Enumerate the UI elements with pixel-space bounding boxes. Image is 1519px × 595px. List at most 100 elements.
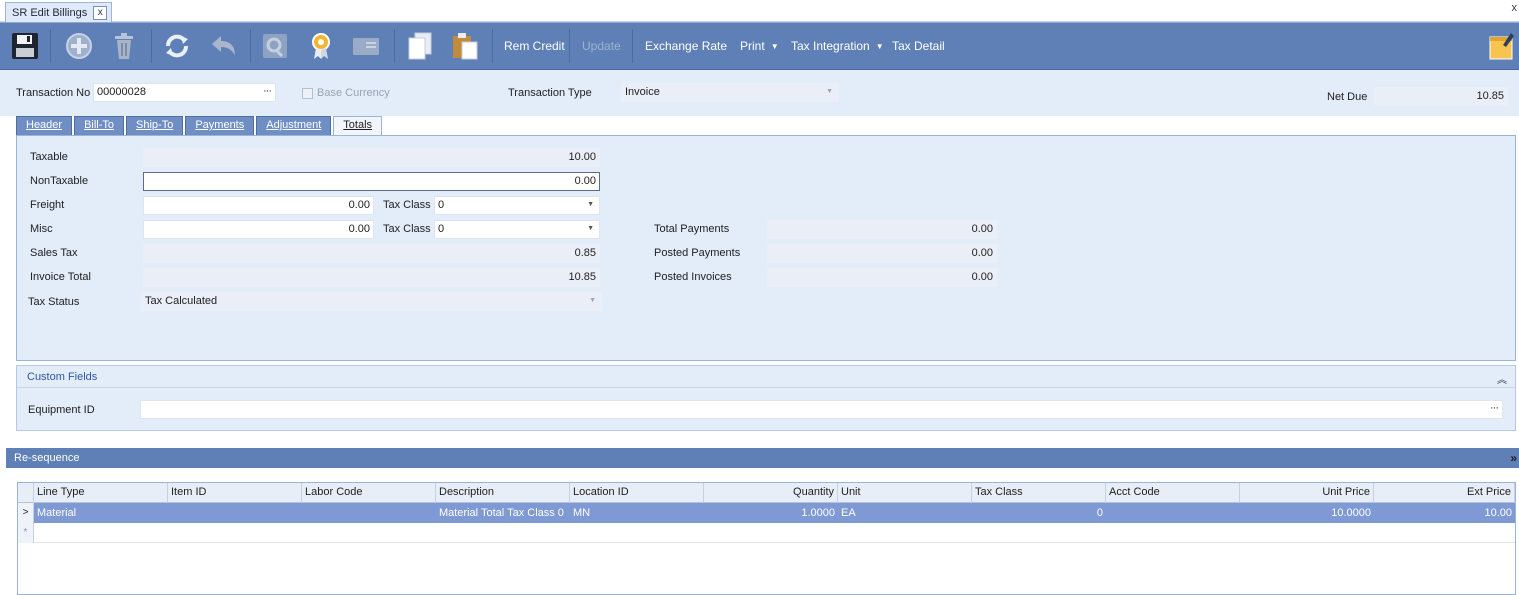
chevron-down-icon: ▼ — [770, 41, 779, 51]
column-tax-class[interactable]: Tax Class — [972, 483, 1106, 503]
freight-tax-class-select[interactable]: 0 ▼ — [434, 196, 600, 215]
column-location-id[interactable]: Location ID — [570, 483, 704, 503]
cell-unit-price[interactable]: 10.0000 — [1240, 503, 1374, 523]
exchange-rate-label: Exchange Rate — [645, 39, 728, 53]
cell-location-id[interactable]: MN — [570, 503, 704, 523]
misc-tax-class-value: 0 — [438, 223, 445, 235]
tax-status-label: Tax Status — [28, 296, 80, 308]
misc-tax-class-label: Tax Class — [383, 223, 431, 235]
notes-button[interactable] — [1484, 23, 1518, 69]
certificate-button[interactable] — [304, 23, 338, 69]
tax-integration-dropdown-button[interactable]: Tax Integration ▼ — [791, 23, 884, 69]
column-line-type[interactable]: Line Type — [34, 483, 168, 503]
total-payments-field: 0.00 — [767, 220, 997, 239]
resequence-label: Re-sequence — [14, 452, 80, 464]
cell-item-id[interactable] — [168, 503, 302, 523]
cell-tax-class[interactable]: 0 — [972, 503, 1106, 523]
custom-fields-title: Custom Fields — [27, 371, 98, 383]
update-button[interactable]: Update — [582, 23, 621, 69]
column-unit[interactable]: Unit — [838, 483, 972, 503]
net-due-label: Net Due — [1327, 91, 1368, 103]
tab-close-button[interactable]: x — [93, 5, 108, 20]
taxable-field: 10.00 — [143, 148, 600, 167]
toolbar: Rem Credit Update Exchange Rate Print ▼ … — [0, 22, 1519, 70]
cell-labor-code[interactable] — [302, 503, 436, 523]
expand-icon[interactable]: » — [1510, 448, 1517, 468]
tab-header[interactable]: Header — [16, 116, 73, 135]
taxable-label: Taxable — [30, 151, 68, 163]
toolbar-separator — [632, 29, 633, 63]
tax-status-select[interactable]: Tax Calculated ▼ — [141, 292, 602, 311]
column-quantity[interactable]: Quantity — [704, 483, 838, 503]
tab-totals[interactable]: Totals — [333, 116, 383, 136]
cell-unit[interactable]: EA — [838, 503, 972, 523]
add-button[interactable] — [62, 23, 96, 69]
cell-description[interactable]: Material Total Tax Class 0 — [436, 503, 570, 523]
add-icon — [66, 33, 92, 59]
cell-ext-price[interactable]: 10.00 — [1374, 503, 1515, 523]
total-payments-value: 0.00 — [971, 223, 993, 235]
cell-line-type[interactable]: Material — [34, 503, 168, 523]
column-description[interactable]: Description — [436, 483, 570, 503]
transaction-lookup-button[interactable]: ··· — [263, 85, 272, 97]
equipment-id-label: Equipment ID — [28, 404, 95, 416]
column-labor-code[interactable]: Labor Code — [302, 483, 436, 503]
equipment-lookup-button[interactable]: ··· — [1490, 402, 1499, 414]
sales-tax-field: 0.85 — [143, 244, 600, 263]
tab-bill-to[interactable]: Bill-To — [74, 116, 125, 135]
card-button[interactable] — [349, 23, 383, 69]
column-ext-price[interactable]: Ext Price — [1374, 483, 1515, 503]
line-items-grid: Line Type Item ID Labor Code Description… — [17, 482, 1516, 595]
tax-detail-label: Tax Detail — [892, 39, 945, 53]
print-label: Print — [740, 39, 765, 53]
transaction-type-value: Invoice — [625, 86, 660, 98]
column-acct-code[interactable]: Acct Code — [1106, 483, 1240, 503]
document-tab-strip: SR Edit Billings x x — [0, 0, 1519, 22]
transaction-no-value: 00000028 — [97, 86, 146, 98]
net-due-field: 10.85 — [1374, 87, 1508, 106]
find-button[interactable] — [258, 23, 292, 69]
invoice-total-value: 10.85 — [568, 271, 596, 283]
undo-button[interactable] — [206, 23, 240, 69]
transaction-no-field[interactable]: 00000028 ··· — [93, 83, 276, 102]
chevron-down-icon: ▼ — [587, 225, 594, 232]
transaction-type-select[interactable]: Invoice ▼ — [621, 83, 839, 102]
misc-field[interactable]: 0.00 — [143, 220, 374, 239]
base-currency-checkbox[interactable] — [302, 88, 313, 99]
resequence-bar[interactable]: Re-sequence » — [6, 448, 1519, 468]
posted-payments-label: Posted Payments — [654, 247, 741, 259]
tax-detail-button[interactable]: Tax Detail — [892, 23, 945, 69]
delete-icon — [115, 33, 133, 59]
table-row[interactable]: > Material Material Total Tax Class 0 MN… — [18, 503, 1515, 523]
cell-acct-code[interactable] — [1106, 503, 1240, 523]
print-dropdown-button[interactable]: Print ▼ — [740, 23, 779, 69]
strip-close-icon[interactable]: x — [1512, 2, 1518, 14]
cell-quantity[interactable]: 1.0000 — [704, 503, 838, 523]
copy-button[interactable] — [403, 23, 437, 69]
misc-tax-class-select[interactable]: 0 ▼ — [434, 220, 600, 239]
paste-button[interactable] — [448, 23, 482, 69]
copy-icon — [408, 32, 432, 60]
tab-ship-to[interactable]: Ship-To — [126, 116, 184, 135]
custom-fields-header[interactable]: Custom Fields ︽ — [17, 366, 1515, 388]
rem-credit-button[interactable]: Rem Credit — [504, 23, 565, 69]
save-button[interactable] — [8, 23, 42, 69]
tab-payments[interactable]: Payments — [185, 116, 255, 135]
document-tab[interactable]: SR Edit Billings x — [5, 2, 113, 22]
column-unit-price[interactable]: Unit Price — [1240, 483, 1374, 503]
delete-button[interactable] — [107, 23, 141, 69]
header-area: Transaction No 00000028 ··· Base Currenc… — [0, 70, 1519, 116]
column-item-id[interactable]: Item ID — [168, 483, 302, 503]
refresh-button[interactable] — [160, 23, 194, 69]
new-row[interactable]: * — [18, 523, 1515, 543]
row-indicator-icon[interactable]: > — [18, 503, 34, 523]
certificate-icon — [312, 33, 330, 59]
tab-adjustment[interactable]: Adjustment — [256, 116, 332, 135]
equipment-id-field[interactable]: ··· — [140, 400, 1503, 419]
nontaxable-field[interactable]: 0.00 — [143, 172, 600, 191]
freight-field[interactable]: 0.00 — [143, 196, 374, 215]
collapse-icon[interactable]: ︽ — [1497, 370, 1507, 392]
tax-status-value: Tax Calculated — [145, 295, 218, 307]
exchange-rate-button[interactable]: Exchange Rate — [645, 23, 727, 69]
freight-tax-class-value: 0 — [438, 199, 445, 211]
